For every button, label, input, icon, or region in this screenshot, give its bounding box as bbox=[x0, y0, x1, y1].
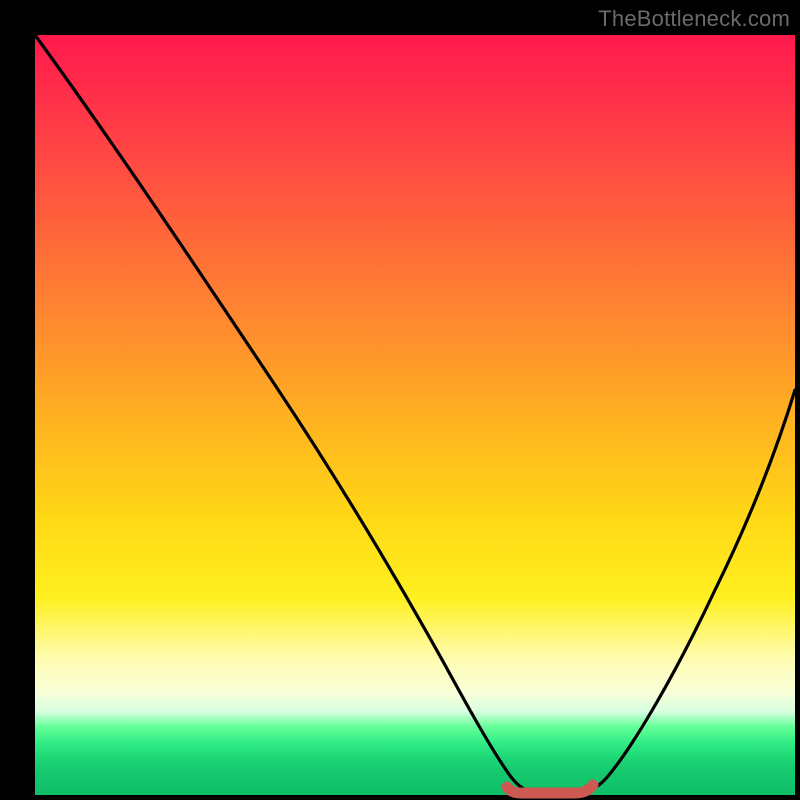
watermark-text: TheBottleneck.com bbox=[598, 6, 790, 32]
bottleneck-curve bbox=[35, 35, 795, 795]
chart-frame: TheBottleneck.com bbox=[0, 0, 800, 800]
curve-path bbox=[35, 35, 795, 791]
